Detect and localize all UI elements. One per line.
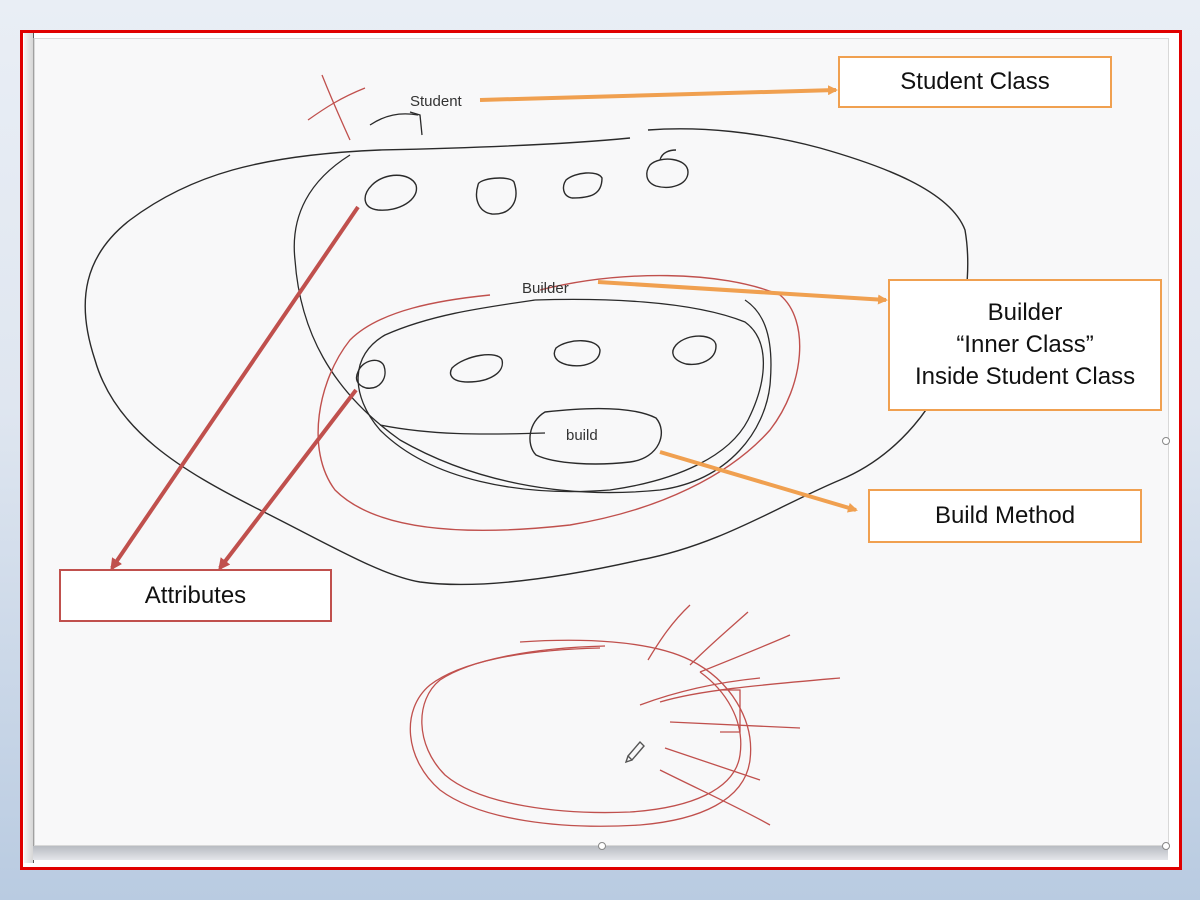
callout-builder-line-1: Builder [987, 299, 1063, 326]
callout-builder-line-3: Inside Student Class [914, 363, 1136, 390]
sketch-label-student: Student [410, 93, 463, 110]
callout-build-method: Build Method [868, 489, 1142, 543]
sketch-label-build: build [566, 427, 598, 444]
arrow-build-method [659, 450, 858, 513]
pencil-cursor-icon [624, 740, 645, 764]
red-sketch-bottom [409, 604, 841, 827]
builder-attributes [355, 335, 717, 389]
arrow-attributes-student [110, 205, 360, 571]
sketch-label-builder: Builder [522, 280, 569, 297]
red-x-mark [307, 74, 366, 141]
whiteboard-sketch: Student Builder build [84, 74, 969, 827]
builder-red-outline [317, 274, 801, 532]
arrow-student-class [479, 85, 838, 102]
callout-attributes-text: Attributes [144, 581, 247, 609]
callout-builder-line-2: “Inner Class” [956, 331, 1094, 358]
arrow-builder [597, 280, 888, 305]
arrow-attributes-builder [218, 388, 358, 571]
student-class-outline [84, 128, 969, 586]
inner-outline [293, 154, 772, 494]
callout-student-class: Student Class [838, 56, 1112, 108]
callout-student-class-text: Student Class [900, 68, 1050, 95]
student-attributes [364, 149, 689, 215]
callout-builder: Builder “Inner Class” Inside Student Cla… [888, 279, 1162, 411]
callout-build-method-text: Build Method [934, 502, 1076, 529]
student-pointer [369, 111, 423, 136]
callout-attributes: Attributes [59, 569, 332, 622]
